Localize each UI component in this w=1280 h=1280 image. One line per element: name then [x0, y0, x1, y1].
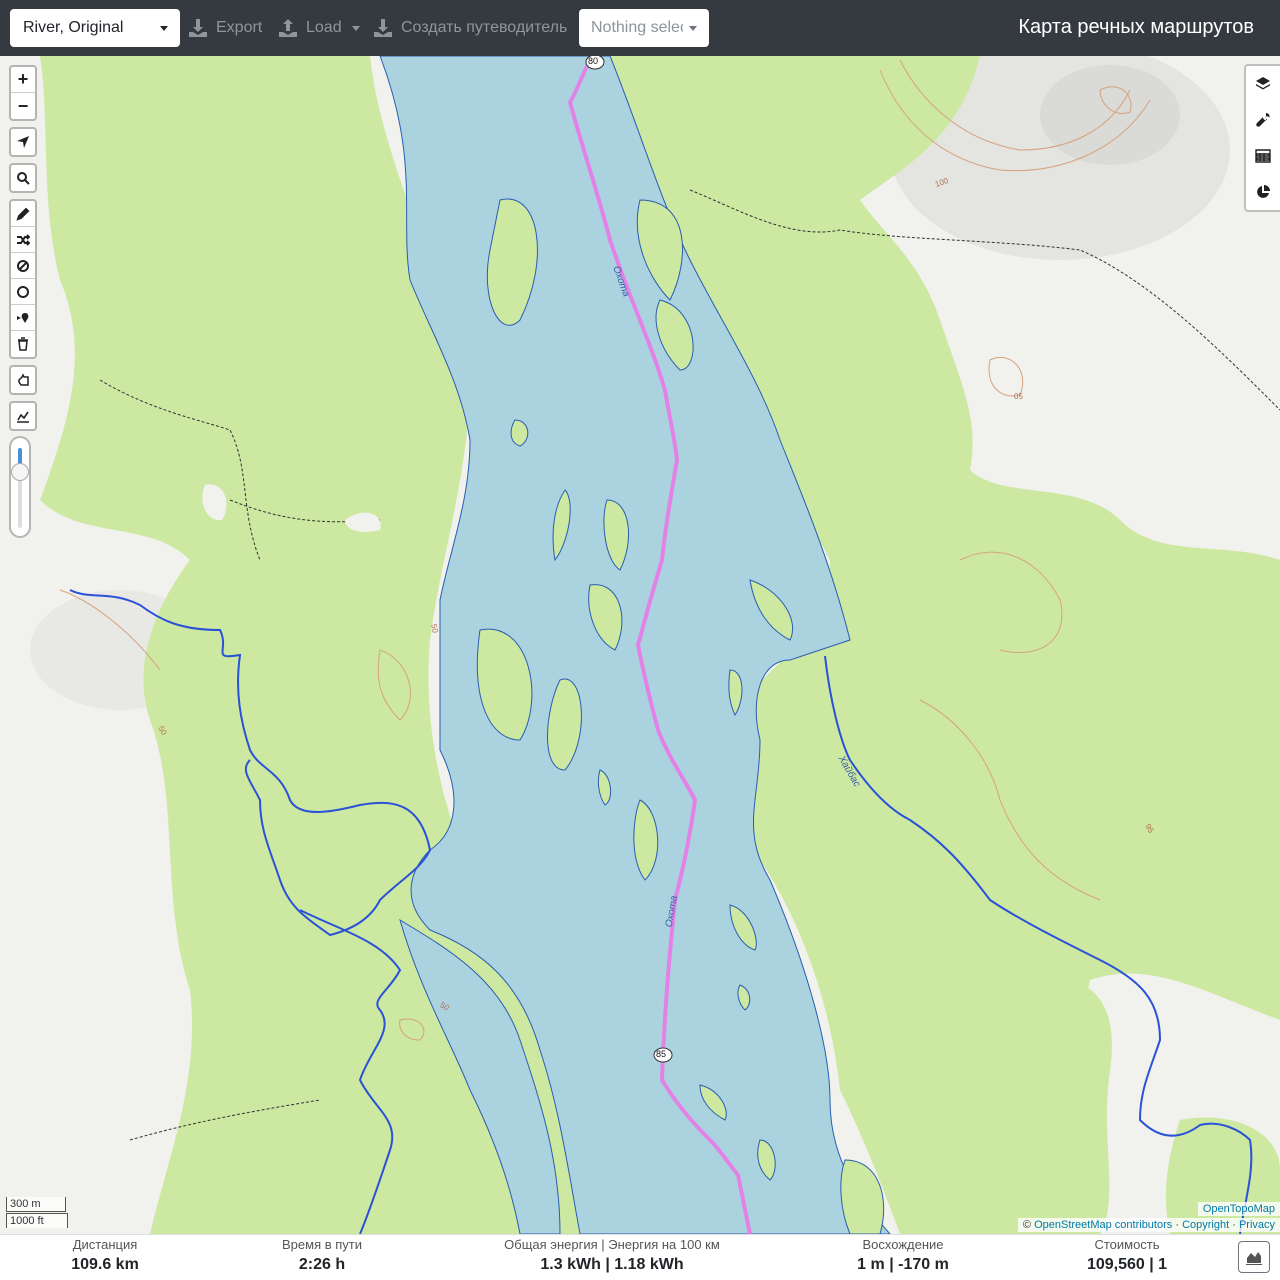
km-marker-85-label: 85	[656, 1049, 667, 1059]
locate-control	[9, 127, 37, 157]
app-title: Карта речных маршрутов	[1018, 16, 1254, 38]
export-button[interactable]: Export	[188, 14, 262, 42]
profile-select-value: River, Original	[23, 19, 124, 36]
map-canvas[interactable]: 80 85 Охота Охота Хайбас 100 50 50 50 95…	[0, 56, 1280, 1234]
circle-icon	[17, 285, 29, 298]
contour-label: 50	[429, 623, 440, 634]
search-button[interactable]	[11, 165, 35, 191]
opentopomap-link[interactable]: OpenTopoMap	[1203, 1203, 1275, 1215]
reverse-route-button[interactable]	[11, 227, 35, 253]
zoom-out-button[interactable]: −	[11, 93, 35, 119]
stat-cost: Стоимость 109,560 | 1	[1086, 1237, 1168, 1273]
elevation-profile-button[interactable]	[1238, 1241, 1270, 1273]
zoom-control: + −	[9, 65, 37, 121]
route-stats-footer: Дистанция 109.6 km Время в пути 2:26 h О…	[0, 1234, 1280, 1280]
km-marker-80-label: 80	[588, 56, 599, 66]
search-icon	[17, 172, 30, 185]
area-chart-icon	[1246, 1252, 1262, 1265]
map-tiles	[0, 56, 1280, 1234]
pie-chart-icon	[1257, 185, 1270, 198]
table-button[interactable]	[1246, 138, 1280, 174]
scale-bar-imperial: 1000 ft	[6, 1213, 68, 1228]
draw-toolbar	[9, 199, 37, 359]
scale-bar-metric: 300 m	[6, 1197, 66, 1212]
route-select-placeholder: Nothing selected	[591, 19, 683, 36]
load-button[interactable]: Load	[278, 14, 360, 42]
copyright-link[interactable]: Copyright	[1182, 1219, 1229, 1231]
osm-contributors-link[interactable]: OpenStreetMap contributors	[1034, 1219, 1172, 1231]
locate-button[interactable]	[11, 129, 35, 155]
upload-icon	[279, 19, 297, 37]
statistics-button[interactable]	[1246, 174, 1280, 210]
route-select[interactable]: Nothing selected	[579, 9, 709, 47]
draw-route-button[interactable]	[11, 201, 35, 227]
stat-distance: Дистанция 109.6 km	[71, 1237, 139, 1273]
elevation-toggle-button[interactable]	[11, 403, 35, 429]
location-arrow-icon	[17, 136, 29, 148]
elevation-control	[9, 401, 37, 431]
map-marker-icon	[17, 312, 29, 323]
download-icon	[374, 19, 392, 37]
search-control	[9, 163, 37, 193]
trash-icon	[18, 337, 28, 351]
line-chart-icon	[17, 411, 29, 423]
export-label: Export	[216, 19, 263, 36]
opacity-slider[interactable]	[9, 436, 31, 538]
create-guide-button[interactable]: Создать путеводитель	[373, 14, 567, 42]
chevron-down-icon	[351, 25, 360, 31]
download-icon	[189, 19, 207, 37]
table-icon	[1255, 149, 1271, 163]
delete-route-button[interactable]	[11, 331, 35, 357]
ban-icon	[17, 259, 29, 272]
privacy-link[interactable]: Privacy	[1239, 1219, 1275, 1231]
tile-attribution: OpenTopoMap	[1197, 1202, 1280, 1216]
layers-icon	[1256, 77, 1270, 90]
zoom-in-button[interactable]: +	[11, 67, 35, 93]
chevron-down-icon	[160, 26, 168, 31]
map-attribution: © OpenStreetMap contributors · Copyright…	[1017, 1218, 1280, 1232]
pencil-icon	[16, 207, 30, 221]
map-side-controls	[1244, 64, 1280, 212]
shuffle-icon	[17, 233, 30, 246]
poi-marker-button[interactable]	[11, 305, 35, 331]
profile-select[interactable]: River, Original	[10, 9, 180, 47]
settings-button[interactable]	[1246, 102, 1280, 138]
hand-control	[9, 365, 37, 395]
top-navbar: River, Original Export Load Создать путе…	[0, 0, 1280, 56]
load-label: Load	[306, 19, 342, 36]
contour-label: 05	[1014, 392, 1023, 401]
chevron-down-icon	[689, 26, 697, 31]
wrench-icon	[1256, 113, 1270, 127]
layers-button[interactable]	[1246, 66, 1280, 102]
pan-mode-button[interactable]	[11, 367, 35, 393]
nogo-area-button[interactable]	[11, 253, 35, 279]
stat-energy: Общая энергия | Энергия на 100 км 1.3 kW…	[504, 1237, 720, 1273]
circle-area-button[interactable]	[11, 279, 35, 305]
opacity-slider-thumb[interactable]	[11, 463, 29, 481]
stat-ascent: Восхождение 1 m | -170 m	[857, 1237, 949, 1273]
stat-time: Время в пути 2:26 h	[282, 1237, 362, 1273]
hand-pointer-icon	[18, 373, 29, 386]
create-guide-label: Создать путеводитель	[401, 19, 568, 36]
